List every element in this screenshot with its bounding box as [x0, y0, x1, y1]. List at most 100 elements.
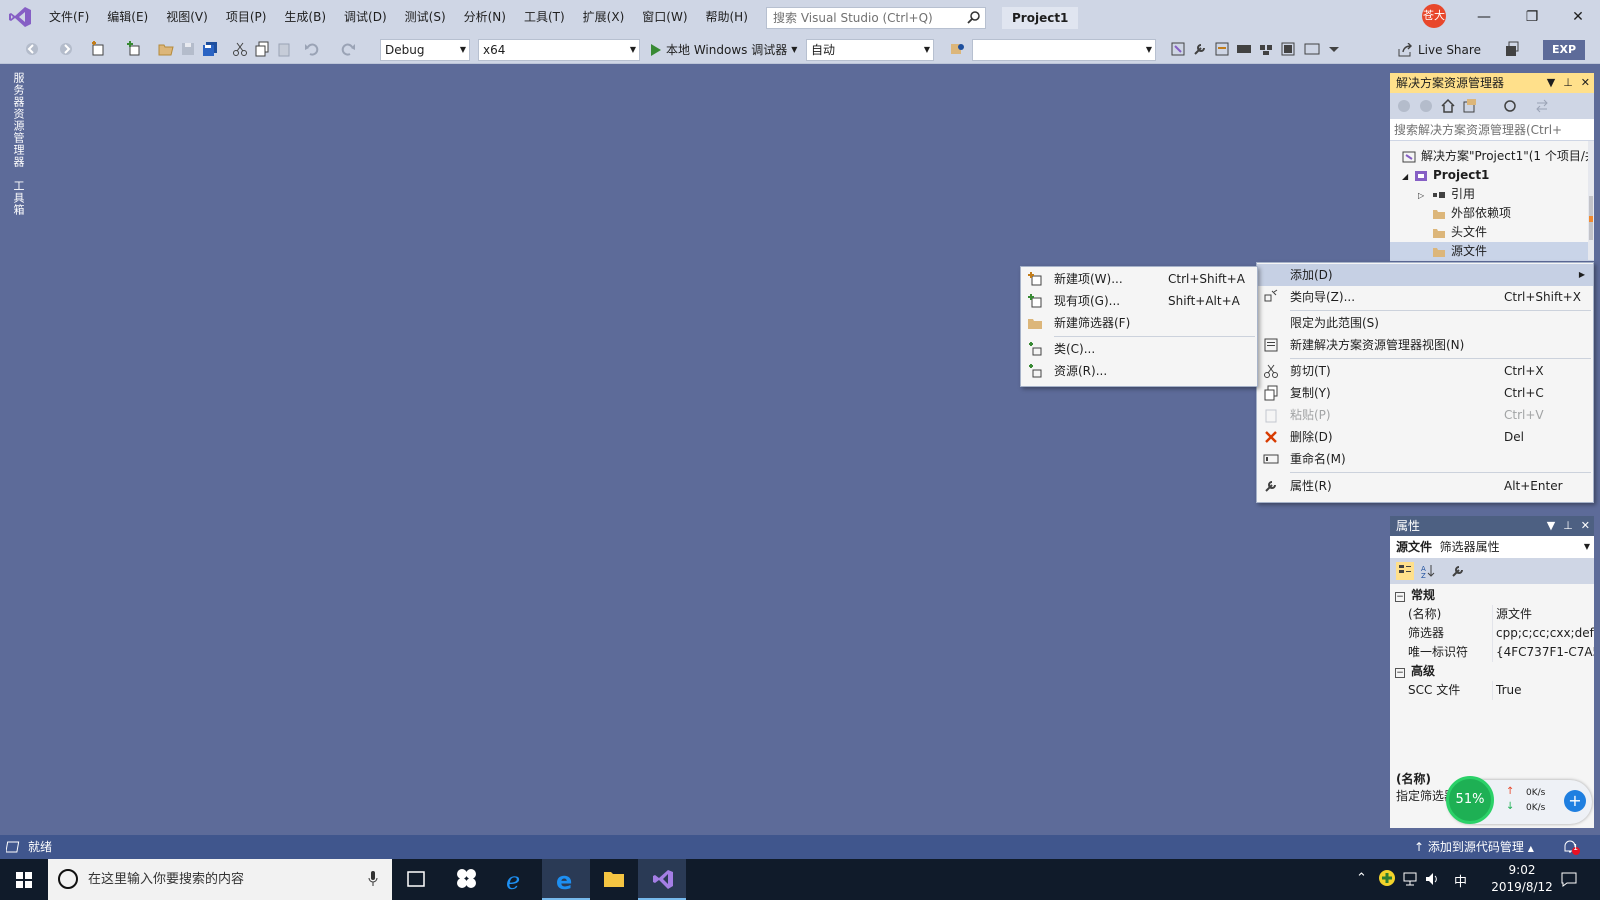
- redo-icon[interactable]: [340, 41, 356, 57]
- menu-item-cut[interactable]: 剪切(T) Ctrl+X: [1257, 360, 1593, 382]
- class-view-icon[interactable]: [1170, 41, 1186, 57]
- find-combo[interactable]: ▼: [972, 39, 1156, 61]
- taskbar-search-input[interactable]: 在这里输入你要搜索的内容: [48, 859, 392, 900]
- menu-build[interactable]: 生成(B): [275, 0, 335, 34]
- pane-menu-icon[interactable]: ▼: [1547, 516, 1555, 536]
- pane-menu-icon[interactable]: ▼: [1547, 73, 1555, 93]
- property-row[interactable]: (名称) 源文件: [1390, 605, 1594, 624]
- save-all-icon[interactable]: [202, 41, 218, 57]
- collapse-icon[interactable]: −: [1395, 668, 1405, 678]
- start-button[interactable]: [0, 859, 48, 900]
- back-icon[interactable]: [24, 41, 40, 57]
- live-share-button[interactable]: Live Share: [1398, 39, 1481, 61]
- home-icon[interactable]: [1440, 98, 1456, 114]
- menu-window[interactable]: 窗口(W): [633, 0, 696, 34]
- network-speed-widget[interactable]: 51% ↑ ↓ 0K/s 0K/s +: [1446, 776, 1592, 824]
- toolbar-overflow-icon[interactable]: [1326, 41, 1342, 57]
- volume-icon[interactable]: [1424, 871, 1440, 887]
- server-explorer-tab[interactable]: 服务器资源管理器: [6, 72, 26, 170]
- output-pane-icon[interactable]: [6, 840, 20, 854]
- alphabetical-icon[interactable]: AZ: [1420, 563, 1436, 579]
- tree-item-source-files[interactable]: 源文件: [1390, 242, 1594, 261]
- toolbox-icon[interactable]: [1258, 41, 1274, 57]
- system-clock[interactable]: 9:02 2019/8/12: [1484, 862, 1560, 896]
- security-tray-icon[interactable]: [1378, 869, 1396, 887]
- team-explorer-icon[interactable]: [1236, 41, 1252, 57]
- menu-item-new-item[interactable]: 新建项(W)... Ctrl+Shift+A: [1021, 268, 1257, 290]
- menu-tools[interactable]: 工具(T): [515, 0, 574, 34]
- solution-explorer-icon[interactable]: [1214, 41, 1230, 57]
- start-debugging-button[interactable]: 本地 Windows 调试器 ▼: [650, 39, 797, 61]
- add-icon[interactable]: +: [1564, 790, 1586, 812]
- vs-search-input[interactable]: 搜索 Visual Studio (Ctrl+Q): [766, 7, 986, 29]
- wrench-icon[interactable]: [1192, 41, 1208, 57]
- menu-item-properties[interactable]: 属性(R) Alt+Enter: [1257, 475, 1593, 497]
- menu-item-class-wizard[interactable]: 类向导(Z)... Ctrl+Shift+X: [1257, 286, 1593, 308]
- switch-views-icon[interactable]: [1462, 98, 1478, 114]
- menu-item-copy[interactable]: 复制(Y) Ctrl+C: [1257, 382, 1593, 404]
- copy-icon[interactable]: [254, 41, 270, 57]
- menu-item-scope-to-this[interactable]: 限定为此范围(S): [1257, 312, 1593, 334]
- toolbox-tab[interactable]: 工具箱: [6, 180, 26, 220]
- tree-item-project[interactable]: ◢ Project1: [1390, 166, 1594, 185]
- action-center-icon[interactable]: [1560, 870, 1578, 888]
- show-hidden-icons-icon[interactable]: ⌃: [1356, 871, 1367, 886]
- pinwheel-app-icon[interactable]: [442, 859, 490, 900]
- menu-item-rename[interactable]: 重命名(M): [1257, 448, 1593, 470]
- category-general[interactable]: − 常规: [1390, 586, 1594, 605]
- menu-analyze[interactable]: 分析(N): [455, 0, 515, 34]
- debug-mode-select[interactable]: 自动 ▼: [806, 39, 934, 61]
- undo-icon[interactable]: [304, 41, 320, 57]
- menu-item-new-se-view[interactable]: 新建解决方案资源管理器视图(N): [1257, 334, 1593, 356]
- edge-browser-icon[interactable]: e: [542, 859, 590, 900]
- back-icon[interactable]: [1396, 98, 1412, 114]
- close-icon[interactable]: ✕: [1581, 516, 1590, 536]
- cut-icon[interactable]: [232, 41, 248, 57]
- internet-explorer-icon[interactable]: e: [492, 859, 540, 900]
- input-method-indicator[interactable]: 中: [1454, 871, 1467, 890]
- file-explorer-icon[interactable]: [590, 859, 638, 900]
- save-icon[interactable]: [180, 41, 196, 57]
- collapse-icon[interactable]: −: [1395, 592, 1405, 602]
- properties-window-icon[interactable]: [1280, 41, 1296, 57]
- pending-changes-filter-icon[interactable]: [1502, 98, 1518, 114]
- account-avatar[interactable]: 苍大: [1422, 4, 1446, 28]
- menu-project[interactable]: 项目(P): [217, 0, 276, 34]
- categorized-icon[interactable]: [1396, 562, 1414, 580]
- property-value[interactable]: cpp;c;cc;cxx;def;o: [1492, 624, 1594, 643]
- property-pages-icon[interactable]: [1450, 563, 1466, 579]
- property-value[interactable]: True: [1492, 681, 1594, 700]
- configuration-select[interactable]: Debug ▼: [380, 39, 470, 61]
- tree-item-header-files[interactable]: 头文件: [1390, 223, 1594, 242]
- tree-item-external-deps[interactable]: 外部依赖项: [1390, 204, 1594, 223]
- menu-view[interactable]: 视图(V): [157, 0, 217, 34]
- output-window-icon[interactable]: [1304, 41, 1320, 57]
- menu-item-new-filter[interactable]: 新建筛选器(F): [1021, 312, 1257, 334]
- forward-icon[interactable]: [1418, 98, 1434, 114]
- open-folder-icon[interactable]: [158, 41, 174, 57]
- pin-icon[interactable]: ⊥: [1563, 516, 1573, 536]
- feedback-icon[interactable]: [1504, 41, 1520, 57]
- menu-debug[interactable]: 调试(D): [335, 0, 396, 34]
- close-window-button[interactable]: ✕: [1558, 4, 1598, 30]
- property-row[interactable]: 筛选器 cpp;c;cc;cxx;def;o: [1390, 624, 1594, 643]
- sync-icon[interactable]: [1534, 98, 1550, 114]
- menu-test[interactable]: 测试(S): [396, 0, 455, 34]
- visual-studio-taskbar-icon[interactable]: [638, 859, 686, 900]
- solution-search-input[interactable]: 搜索解决方案资源管理器(Ctrl+: [1390, 119, 1594, 141]
- find-in-files-icon[interactable]: [950, 41, 966, 57]
- microphone-icon[interactable]: [368, 871, 378, 887]
- property-row[interactable]: 唯一标识符 {4FC737F1-C7A5-: [1390, 643, 1594, 662]
- property-value[interactable]: {4FC737F1-C7A5-: [1492, 643, 1594, 662]
- tree-item-references[interactable]: ▷ 引用: [1390, 185, 1594, 204]
- menu-file[interactable]: 文件(F): [40, 0, 98, 34]
- properties-object-select[interactable]: 源文件 筛选器属性 ▼: [1390, 536, 1594, 558]
- new-project-icon[interactable]: [90, 41, 106, 57]
- menu-extensions[interactable]: 扩展(X): [574, 0, 634, 34]
- category-advanced[interactable]: − 高级: [1390, 662, 1594, 681]
- forward-icon[interactable]: [58, 41, 74, 57]
- restore-button[interactable]: ❐: [1512, 4, 1552, 30]
- add-item-icon[interactable]: [126, 41, 142, 57]
- solution-explorer-scrollbar[interactable]: [1588, 141, 1594, 260]
- network-icon[interactable]: [1402, 871, 1418, 887]
